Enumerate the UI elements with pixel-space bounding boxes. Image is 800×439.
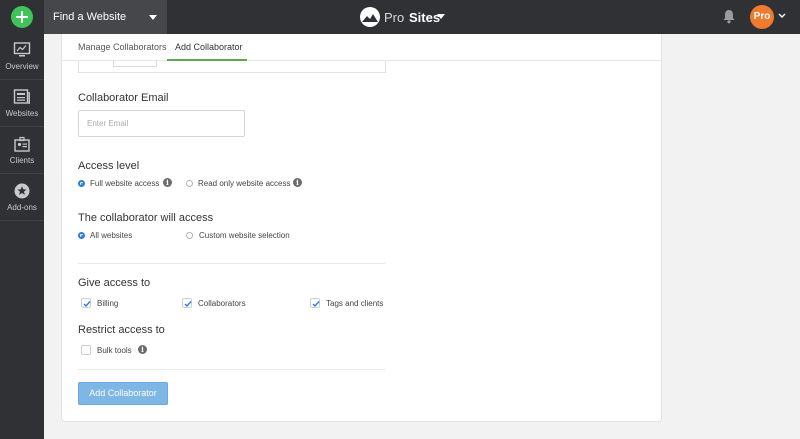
monitor-icon [13,42,31,57]
billing-checkbox[interactable] [81,298,91,308]
sidebar-item-label: Websites [5,109,39,118]
sidebar-item-clients[interactable]: Clients [0,128,44,174]
tags-clients-label[interactable]: Tags and clients [326,299,383,308]
tab-add-collaborator[interactable]: Add Collaborator [175,42,243,52]
will-access-label: The collaborator will access [78,212,214,224]
bulk-tools-checkbox[interactable] [81,345,91,355]
bulk-tools-label[interactable]: Bulk tools [97,346,132,355]
sidebar: Overview Websites Clients Add-ons [0,34,44,439]
collaborators-checkbox[interactable] [182,298,192,308]
collaborator-email-input[interactable] [78,110,245,137]
custom-selection-label[interactable]: Custom website selection [199,231,290,240]
caret-down-icon [437,14,445,19]
collaborators-label[interactable]: Collaborators [198,299,246,308]
prosites-logo-icon [360,7,380,27]
custom-selection-radio[interactable] [186,232,193,239]
read-only-access-radio[interactable] [186,180,193,187]
top-bar: Find a Website Pro Sites Pro [0,0,800,34]
checkmark-icon [312,301,320,308]
collaborator-email-label: Collaborator Email [78,92,169,104]
full-access-label[interactable]: Full website access [90,179,159,188]
all-websites-label[interactable]: All websites [90,231,132,240]
bell-icon[interactable] [722,9,736,24]
sidebar-item-label: Add-ons [7,203,37,212]
plus-icon [16,11,28,23]
tab-bar: Manage Collaborators Add Collaborator [62,34,661,61]
info-icon[interactable]: i [293,178,302,187]
caret-down-icon [149,15,157,20]
tab-manage-collaborators[interactable]: Manage Collaborators [78,42,167,52]
access-level-label: Access level [78,160,140,172]
full-access-radio[interactable] [78,180,85,187]
create-button[interactable] [11,6,33,28]
give-access-label: Give access to [78,277,151,289]
add-collaborator-button[interactable]: Add Collaborator [78,382,168,405]
section-divider [78,263,385,264]
clients-icon [14,136,30,152]
add-collaborator-card: Manage Collaborators Add Collaborator Co… [61,34,662,422]
website-selector[interactable]: Find a Website [44,0,167,34]
restrict-access-label: Restrict access to [78,324,165,336]
star-badge-icon [14,183,30,199]
checkmark-icon [83,301,91,308]
info-icon[interactable]: i [138,345,147,354]
all-websites-radio[interactable] [78,232,85,239]
previous-field-input[interactable] [113,60,157,67]
sidebar-item-overview[interactable]: Overview [0,34,44,80]
brand-name-light: Pro [384,10,405,25]
sidebar-item-label: Overview [5,62,39,71]
tags-clients-checkbox[interactable] [310,298,320,308]
sidebar-item-add-ons[interactable]: Add-ons [0,175,44,221]
brand-name-bold: Sites [409,10,441,25]
website-selector-label: Find a Website [53,11,127,23]
info-icon[interactable]: i [163,178,172,187]
section-divider [78,369,385,370]
checkmark-icon [184,301,192,308]
billing-label[interactable]: Billing [97,299,118,308]
read-only-access-label[interactable]: Read only website access [198,179,291,188]
previous-field-box [78,60,386,73]
sidebar-item-label: Clients [9,156,35,165]
user-avatar[interactable]: Pro [750,5,774,29]
sidebar-item-websites[interactable]: Websites [0,81,44,127]
websites-icon [13,89,30,104]
chevron-down-icon[interactable] [778,13,786,19]
